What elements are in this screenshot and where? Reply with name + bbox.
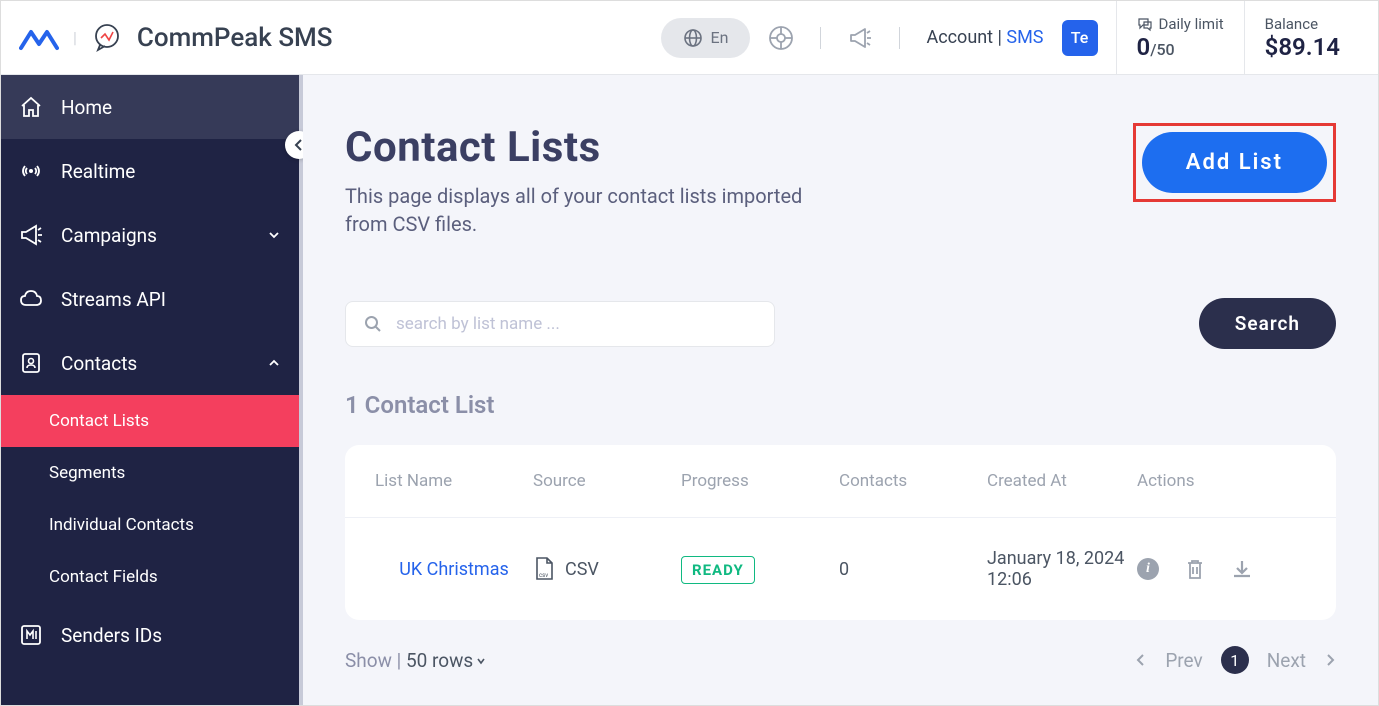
balance-stat: Balance $89.14	[1244, 1, 1360, 75]
rows-selector[interactable]: Show | 50 rows	[345, 649, 487, 672]
app-logo-icon	[19, 24, 59, 52]
language-selector[interactable]: En	[661, 18, 751, 58]
app-title: CommPeak SMS	[137, 23, 333, 53]
source-label: CSV	[565, 559, 599, 580]
sidebar-label: Realtime	[61, 160, 135, 183]
sidebar-label: Senders IDs	[61, 624, 162, 647]
col-header-created: Created At	[987, 471, 1137, 491]
pagination: Show | 50 rows Prev 1 Next	[345, 646, 1336, 684]
sidebar-item-contacts[interactable]: Contacts	[1, 331, 299, 395]
contacts-icon	[19, 351, 43, 375]
cloud-icon	[19, 287, 43, 311]
avatar[interactable]: Te	[1062, 20, 1098, 56]
add-list-highlight: Add List	[1133, 123, 1336, 202]
status-badge: READY	[681, 556, 755, 584]
chevron-left-icon[interactable]	[1135, 653, 1147, 667]
page-title: Contact Lists	[345, 123, 845, 172]
list-count: 1 Contact List	[345, 391, 1336, 419]
daily-limit-stat: Daily limit 0/50	[1116, 1, 1244, 75]
chevron-down-icon	[475, 655, 487, 667]
header: | CommPeak SMS En Account | SMS Te Daily…	[1, 1, 1378, 75]
search-row: Search	[345, 298, 1336, 349]
col-header-source: Source	[533, 471, 681, 491]
main-content: Contact Lists This page displays all of …	[303, 75, 1378, 705]
sidebar-item-senders[interactable]: Senders IDs	[1, 603, 299, 667]
sidebar-subitem-contact-fields[interactable]: Contact Fields	[1, 551, 299, 603]
chat-small-icon	[1137, 16, 1153, 32]
sidebar-item-realtime[interactable]: Realtime	[1, 139, 299, 203]
prev-button[interactable]: Prev	[1165, 649, 1202, 672]
separator: |	[73, 28, 77, 47]
megaphone-icon[interactable]	[847, 25, 873, 51]
globe-icon	[683, 28, 703, 48]
search-input[interactable]	[396, 314, 756, 334]
chevron-up-icon	[267, 356, 281, 370]
sidebar: Home Realtime Campaigns Streams API Cont…	[1, 75, 303, 705]
search-icon	[364, 315, 382, 333]
account-link[interactable]: Account | SMS	[926, 27, 1043, 48]
table-row: UK Christmas csv CSV READY 0 January 18,…	[345, 518, 1336, 620]
sidebar-item-campaigns[interactable]: Campaigns	[1, 203, 299, 267]
help-icon[interactable]	[768, 25, 794, 51]
page-description: This page displays all of your contact l…	[345, 182, 845, 238]
contact-lists-table: List Name Source Progress Contacts Creat…	[345, 445, 1336, 620]
sidebar-label: Contacts	[61, 352, 137, 375]
csv-file-icon: csv	[533, 556, 555, 582]
lang-label: En	[711, 28, 729, 47]
home-icon	[19, 95, 43, 119]
sidebar-label: Campaigns	[61, 224, 157, 247]
list-name-link[interactable]: UK Christmas	[375, 559, 533, 580]
add-list-button[interactable]: Add List	[1142, 132, 1327, 193]
chevron-down-icon	[267, 228, 281, 242]
logo-area: | CommPeak SMS	[19, 22, 333, 54]
info-icon[interactable]: i	[1137, 558, 1159, 580]
sidebar-label: Home	[61, 96, 112, 119]
created-date: January 18, 2024 12:06	[987, 548, 1137, 590]
sidebar-item-streams[interactable]: Streams API	[1, 267, 299, 331]
sidebar-subitem-individual[interactable]: Individual Contacts	[1, 499, 299, 551]
col-header-name: List Name	[375, 471, 533, 491]
sidebar-subitem-segments[interactable]: Segments	[1, 447, 299, 499]
separator	[899, 27, 900, 49]
sidebar-label: Streams API	[61, 288, 166, 311]
megaphone-icon	[19, 223, 43, 247]
header-stats: Daily limit 0/50 Balance $89.14	[1116, 1, 1361, 75]
page-head: Contact Lists This page displays all of …	[345, 123, 1336, 238]
page-number[interactable]: 1	[1221, 646, 1249, 674]
svg-text:csv: csv	[539, 572, 548, 579]
trash-icon[interactable]	[1185, 558, 1205, 580]
contacts-count: 0	[839, 559, 987, 580]
col-header-progress: Progress	[681, 471, 839, 491]
next-button[interactable]: Next	[1267, 649, 1306, 672]
sidebar-subitem-contact-lists[interactable]: Contact Lists	[1, 395, 299, 447]
col-header-contacts: Contacts	[839, 471, 987, 491]
id-icon	[19, 623, 43, 647]
chevron-right-icon[interactable]	[1324, 653, 1336, 667]
chat-icon	[91, 22, 123, 54]
table-header: List Name Source Progress Contacts Creat…	[345, 445, 1336, 518]
download-icon[interactable]	[1231, 558, 1253, 580]
search-button[interactable]: Search	[1199, 298, 1336, 349]
sidebar-item-home[interactable]: Home	[1, 75, 299, 139]
col-header-actions: Actions	[1137, 471, 1306, 491]
pager: Prev 1 Next	[1135, 646, 1336, 674]
search-box[interactable]	[345, 301, 775, 347]
separator	[820, 27, 821, 49]
signal-icon	[19, 159, 43, 183]
header-mid: En Account | SMS Te	[661, 18, 1098, 58]
sidebar-submenu-contacts: Contact Lists Segments Individual Contac…	[1, 395, 299, 603]
